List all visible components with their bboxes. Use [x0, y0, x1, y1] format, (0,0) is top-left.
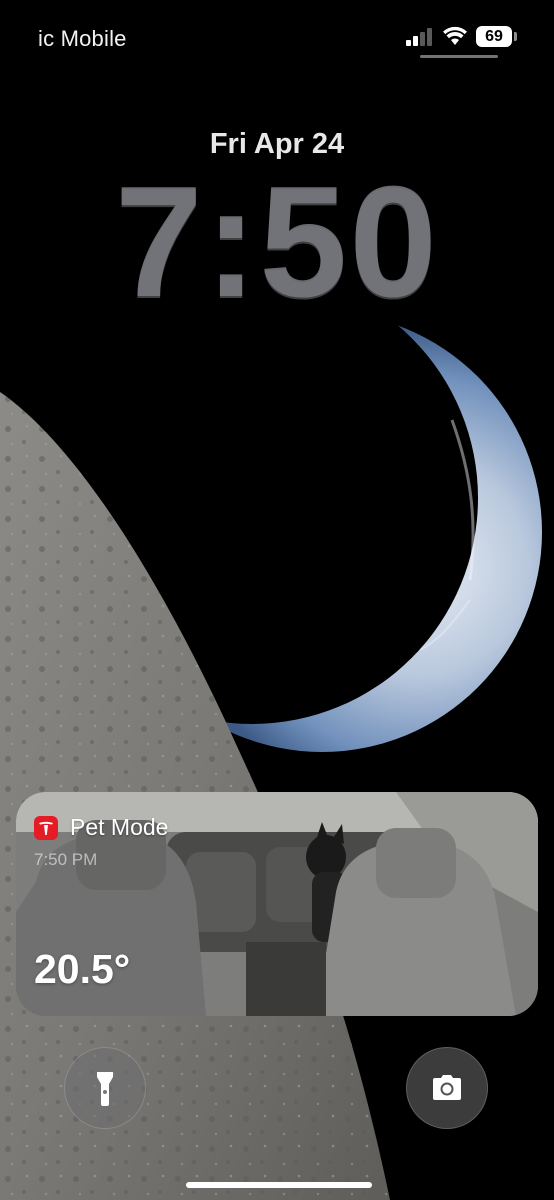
camera-icon — [433, 1075, 461, 1100]
pet-mode-widget[interactable]: Pet Mode 7:50 PM 20.5° — [16, 792, 538, 1016]
cabin-temperature: 20.5° — [34, 946, 131, 992]
flashlight-button[interactable] — [64, 1047, 146, 1129]
camera-button[interactable] — [406, 1047, 488, 1129]
battery-indicator: 69 — [476, 26, 512, 47]
wifi-icon — [443, 26, 467, 45]
flashlight-icon — [97, 1072, 113, 1106]
battery-cap — [514, 32, 517, 41]
status-bar: ic Mobile 69 — [0, 0, 554, 70]
widget-timestamp: 7:50 PM — [34, 850, 98, 869]
cellular-signal-icon — [406, 28, 434, 46]
home-indicator[interactable] — [186, 1182, 372, 1188]
carrier-name: ic Mobile — [38, 26, 127, 51]
widget-title: Pet Mode — [70, 814, 169, 840]
tesla-logo-icon — [34, 816, 58, 840]
lock-clock: 7:50 — [114, 154, 440, 330]
status-divider — [420, 55, 498, 58]
